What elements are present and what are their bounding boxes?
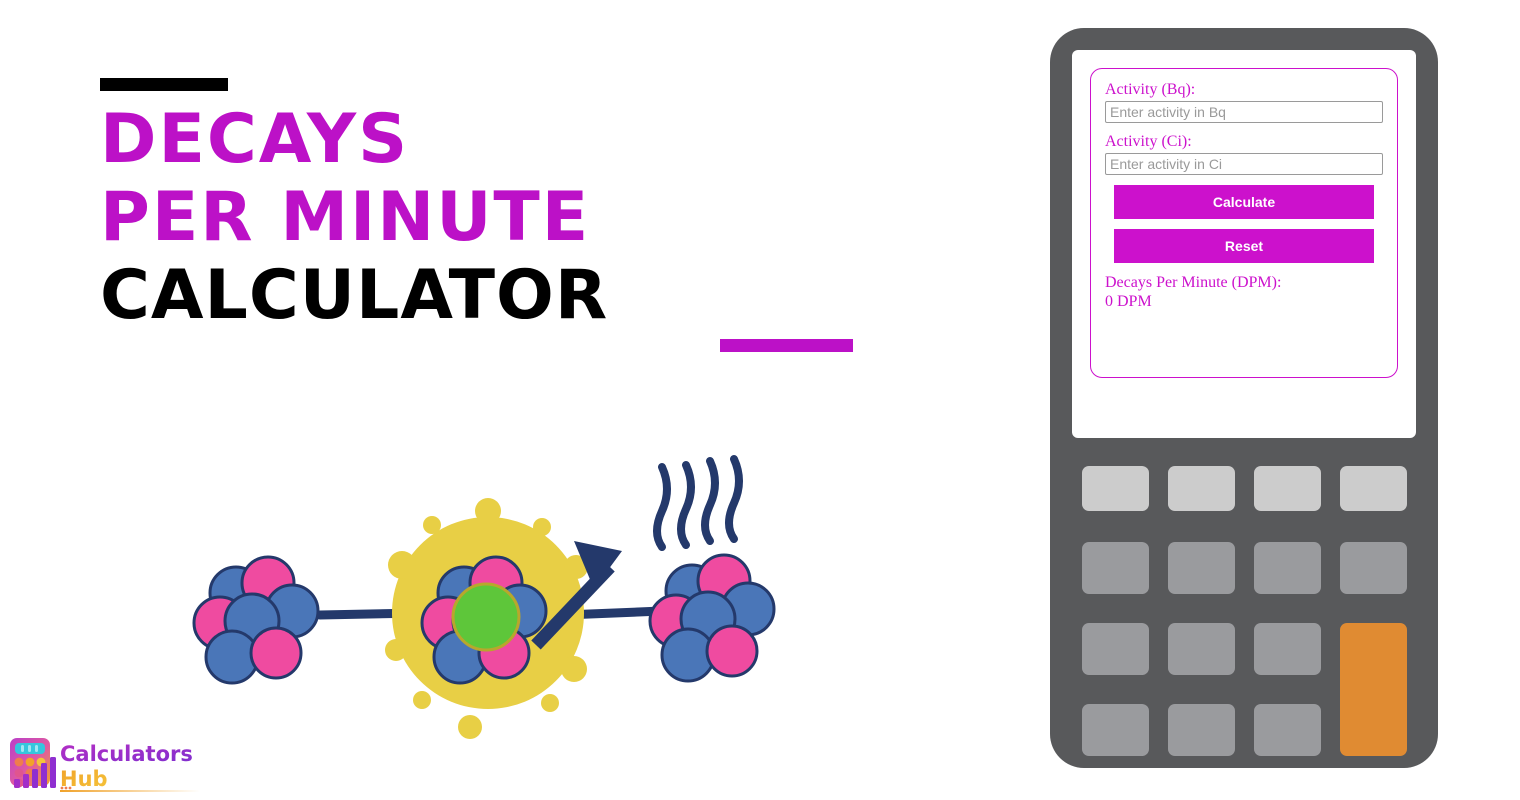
activity-bq-label: Activity (Bq):	[1105, 81, 1196, 98]
title-line-3: CALCULATOR	[100, 256, 609, 335]
nuclear-decay-illustration	[170, 445, 800, 750]
keypad-key-r3c1[interactable]	[1082, 623, 1149, 675]
keypad-key-r3c2[interactable]	[1168, 623, 1235, 675]
keypad-key-equals[interactable]	[1340, 623, 1407, 756]
phone-keypad	[1082, 466, 1408, 756]
keypad-key-r1c2[interactable]	[1168, 466, 1235, 511]
logo-text-part1: Calculators	[60, 742, 193, 766]
decays-per-minute-calculator-card: Activity (Bq): Activity (Ci): Calculate …	[1090, 68, 1398, 378]
phone-mockup: Activity (Bq): Activity (Ci): Calculate …	[1050, 28, 1438, 768]
keypad-key-r3c3[interactable]	[1254, 623, 1321, 675]
keypad-key-r1c1[interactable]	[1082, 466, 1149, 511]
keypad-key-r4c1[interactable]	[1082, 704, 1149, 756]
keypad-key-r2c2[interactable]	[1168, 542, 1235, 594]
title-line-2: PER MINUTE	[100, 178, 591, 257]
calculate-button[interactable]: Calculate	[1114, 185, 1374, 219]
keypad-key-r4c3[interactable]	[1254, 704, 1321, 756]
title-top-rule	[100, 78, 228, 91]
left-hero-panel: DECAYS PER MINUTE CALCULATOR Calculators…	[0, 0, 1000, 800]
dpm-result-label: Decays Per Minute (DPM):	[1105, 274, 1282, 291]
keypad-key-r2c4[interactable]	[1340, 542, 1407, 594]
keypad-key-r2c3[interactable]	[1254, 542, 1321, 594]
title-line-1: DECAYS	[100, 100, 410, 179]
keypad-key-r4c2[interactable]	[1168, 704, 1235, 756]
activity-ci-label: Activity (Ci):	[1105, 133, 1192, 150]
activity-ci-input[interactable]	[1105, 153, 1383, 175]
dpm-result-value: 0 DPM	[1105, 293, 1152, 310]
phone-screen: Activity (Bq): Activity (Ci): Calculate …	[1072, 50, 1416, 438]
calculatorshub-logo[interactable]: Calculators Hub	[6, 735, 206, 795]
reset-button[interactable]: Reset	[1114, 229, 1374, 263]
keypad-key-r1c3[interactable]	[1254, 466, 1321, 511]
activity-bq-input[interactable]	[1105, 101, 1383, 123]
keypad-key-r1c4[interactable]	[1340, 466, 1407, 511]
title-bottom-rule	[720, 339, 853, 352]
dpm-result: Decays Per Minute (DPM): 0 DPM	[1105, 273, 1383, 311]
keypad-key-r2c1[interactable]	[1082, 542, 1149, 594]
page-title: DECAYS PER MINUTE CALCULATOR	[100, 78, 920, 352]
radiation-waves	[653, 455, 743, 551]
